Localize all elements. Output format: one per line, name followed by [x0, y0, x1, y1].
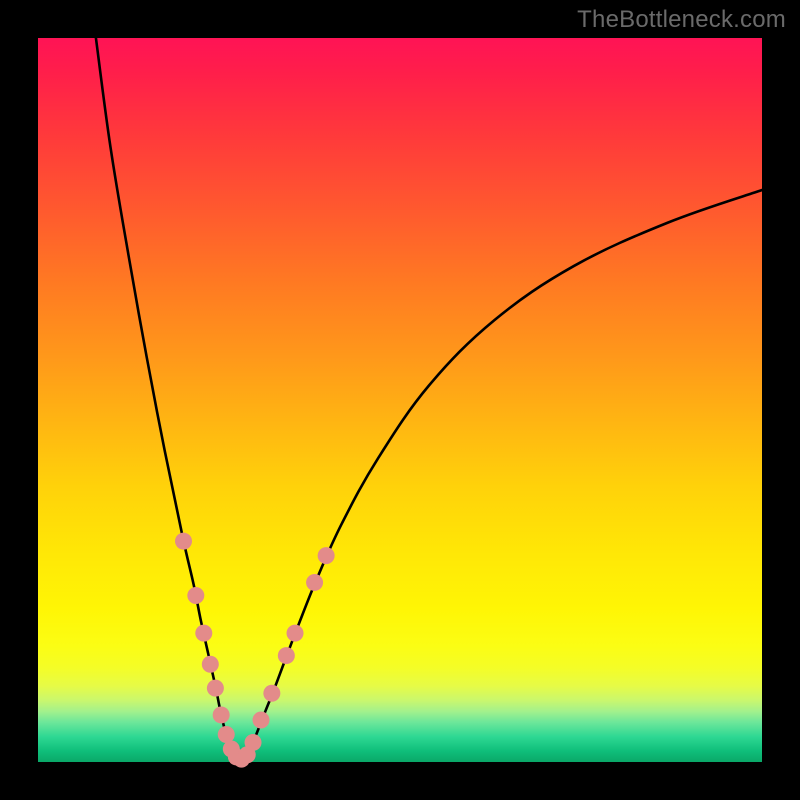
data-marker	[306, 574, 323, 591]
curves-svg	[38, 38, 762, 762]
chart-frame: TheBottleneck.com	[0, 0, 800, 800]
data-marker	[202, 656, 219, 673]
data-marker	[213, 706, 230, 723]
data-marker	[175, 533, 192, 550]
data-marker	[318, 547, 335, 564]
plot-area	[38, 38, 762, 762]
data-marker	[218, 726, 235, 743]
data-marker	[245, 734, 262, 751]
data-marker	[195, 625, 212, 642]
data-marker	[252, 712, 269, 729]
right-curve	[244, 190, 762, 758]
data-marker	[263, 685, 280, 702]
watermark-text: TheBottleneck.com	[577, 6, 786, 34]
data-marker	[278, 647, 295, 664]
data-marker	[207, 680, 224, 697]
left-curve	[96, 38, 239, 758]
data-marker	[187, 587, 204, 604]
data-marker	[287, 625, 304, 642]
